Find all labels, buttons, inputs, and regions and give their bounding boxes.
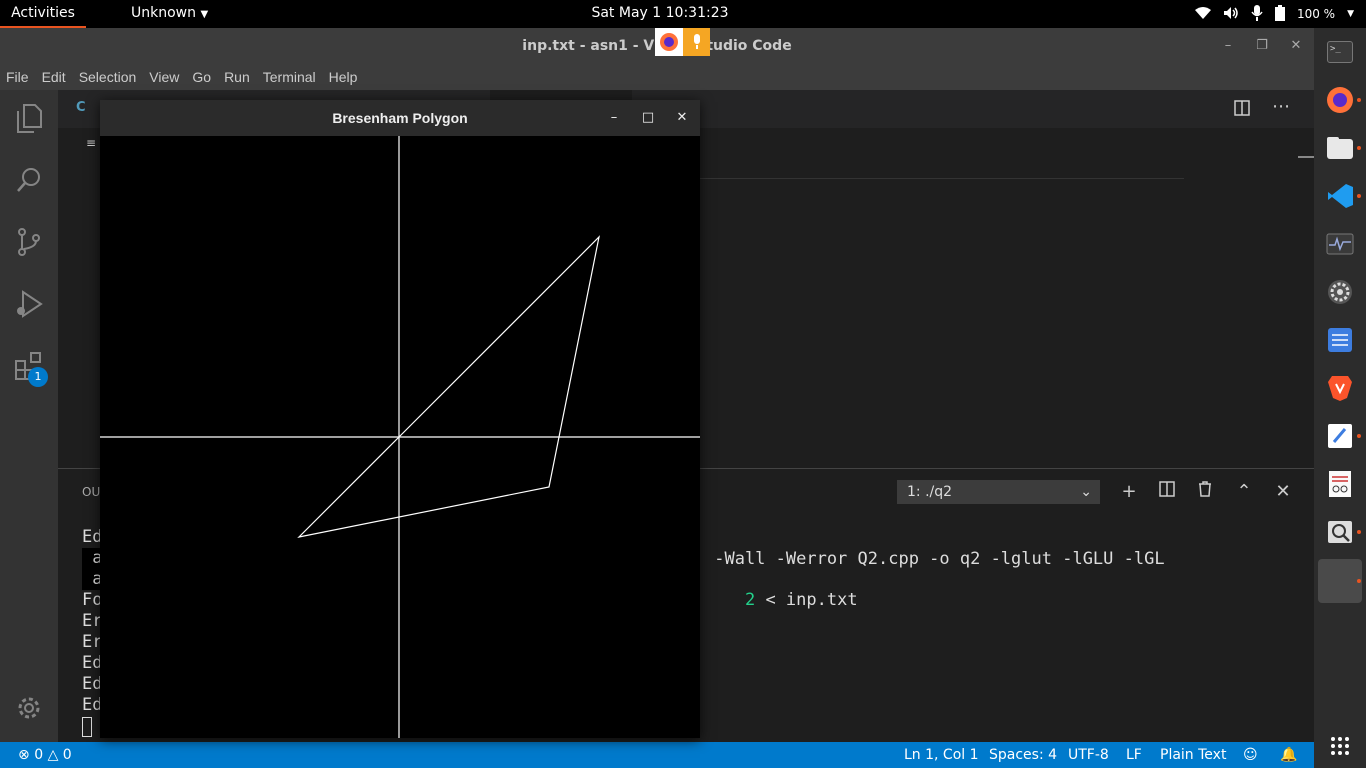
document-viewer-icon[interactable]: [1320, 464, 1360, 504]
show-apps-icon[interactable]: [1320, 726, 1360, 766]
terminal-cursor: [82, 717, 92, 737]
terminal-line: a: [82, 569, 103, 590]
brave-icon[interactable]: [1320, 368, 1360, 408]
error-count: 0: [34, 747, 44, 763]
menu-help[interactable]: Help: [329, 69, 358, 85]
running-indicator: [1357, 530, 1361, 534]
volume-icon: [1223, 6, 1239, 23]
terminal-select[interactable]: 1: ./q2 ⌄: [897, 480, 1100, 504]
language-mode[interactable]: Plain Text: [1160, 742, 1226, 768]
menu-go[interactable]: Go: [192, 69, 211, 85]
microphone-icon: [1251, 4, 1263, 24]
wifi-icon: [1194, 6, 1211, 23]
files-icon[interactable]: [1320, 128, 1360, 168]
blank-window-icon[interactable]: [1318, 559, 1362, 603]
app-menu[interactable]: Unknown ▼: [131, 0, 208, 28]
firefox-icon: [655, 28, 683, 56]
more-actions-icon[interactable]: ⋯: [1272, 96, 1290, 117]
error-icon: ⊗: [18, 747, 30, 763]
close-button[interactable]: ✕: [1279, 28, 1313, 64]
minimap[interactable]: [1188, 158, 1248, 168]
menu-terminal[interactable]: Terminal: [263, 69, 316, 85]
running-indicator: [1357, 194, 1361, 198]
maximize-panel-icon[interactable]: ⌃: [1232, 480, 1256, 504]
trash-icon[interactable]: [1193, 480, 1217, 504]
chevron-down-icon: ▼: [200, 9, 209, 20]
restore-button[interactable]: ❐: [1245, 28, 1279, 64]
battery-percentage: 100 %: [1296, 7, 1336, 21]
gear-icon[interactable]: [0, 678, 58, 738]
glut-close-button[interactable]: ✕: [667, 100, 697, 136]
close-panel-icon[interactable]: ✕: [1271, 480, 1295, 504]
terminal-command-prefix: 2: [744, 590, 756, 610]
scrollbar-indicator[interactable]: [1298, 156, 1314, 158]
firefox-icon[interactable]: [1320, 80, 1360, 120]
battery-icon: [1274, 4, 1285, 24]
extensions-icon[interactable]: [0, 336, 58, 396]
image-viewer-icon[interactable]: [1320, 512, 1360, 552]
screen-recorder-indicator: [655, 28, 710, 56]
bell-icon[interactable]: 🔔: [1280, 742, 1297, 768]
text-editor-icon[interactable]: [1320, 416, 1360, 456]
extensions-badge: 1: [28, 367, 48, 387]
menu-bar: File Edit Selection View Go Run Terminal…: [0, 64, 1314, 90]
chevron-down-icon: ▼: [1347, 9, 1354, 19]
glut-minimize-button[interactable]: –: [599, 100, 629, 136]
indentation[interactable]: Spaces: 4: [989, 742, 1057, 768]
activities-button[interactable]: Activities: [0, 0, 86, 28]
terminal-command-run: 2 < inp.txt: [704, 570, 858, 630]
menu-selection[interactable]: Selection: [79, 69, 137, 85]
menu-file[interactable]: File: [6, 69, 29, 85]
microphone-icon: [683, 28, 710, 56]
panel-tab-output[interactable]: OU: [82, 485, 100, 499]
minimize-button[interactable]: –: [1211, 28, 1245, 64]
terminal-command-args: < inp.txt: [755, 590, 858, 610]
new-terminal-icon[interactable]: +: [1117, 480, 1141, 504]
current-line-highlight: [700, 178, 1184, 179]
terminal-select-value: 1: ./q2: [907, 484, 953, 500]
gl-canvas: [100, 136, 700, 738]
problems-indicator[interactable]: ⊗ 0 △ 0: [18, 742, 72, 768]
menu-view[interactable]: View: [149, 69, 179, 85]
breadcrumb-icon: ≡: [86, 136, 97, 150]
running-indicator: [1357, 146, 1361, 150]
split-terminal-icon[interactable]: [1155, 480, 1179, 504]
explorer-icon[interactable]: [0, 88, 58, 148]
search-icon[interactable]: [0, 150, 58, 210]
cursor-position[interactable]: Ln 1, Col 1: [904, 742, 979, 768]
menu-run[interactable]: Run: [224, 69, 250, 85]
running-indicator: [1357, 98, 1361, 102]
running-indicator: [1357, 579, 1361, 583]
vscode-icon[interactable]: [1320, 176, 1360, 216]
running-indicator: [1357, 434, 1361, 438]
terminal-icon[interactable]: >_: [1320, 32, 1360, 72]
app-menu-label: Unknown: [131, 5, 196, 21]
feedback-icon[interactable]: ☺: [1243, 742, 1258, 768]
clock[interactable]: Sat May 1 10:31:23: [560, 0, 760, 28]
system-monitor-icon[interactable]: [1320, 224, 1360, 264]
settings-icon[interactable]: [1320, 272, 1360, 312]
system-tray[interactable]: 100 % ▼: [1194, 0, 1354, 28]
cpp-file-icon[interactable]: C: [76, 100, 86, 115]
warning-icon: △: [47, 747, 59, 763]
split-editor-icon[interactable]: [1234, 100, 1250, 120]
line-ending[interactable]: LF: [1126, 742, 1142, 768]
warning-count: 0: [62, 747, 72, 763]
bresenham-polygon: [297, 235, 600, 538]
terminal-line: a: [82, 548, 103, 569]
chevron-down-icon: ⌄: [1080, 484, 1092, 500]
status-bar: [0, 742, 1314, 768]
terminal-command-compile: -Wall -Werror Q2.cpp -o q2 -lglut -lGLU …: [704, 549, 1165, 569]
encoding[interactable]: UTF-8: [1068, 742, 1109, 768]
source-control-icon[interactable]: [0, 212, 58, 272]
glut-maximize-button[interactable]: □: [633, 100, 663, 136]
tasks-icon[interactable]: [1320, 320, 1360, 360]
run-debug-icon[interactable]: [0, 274, 58, 334]
menu-edit[interactable]: Edit: [42, 69, 66, 85]
